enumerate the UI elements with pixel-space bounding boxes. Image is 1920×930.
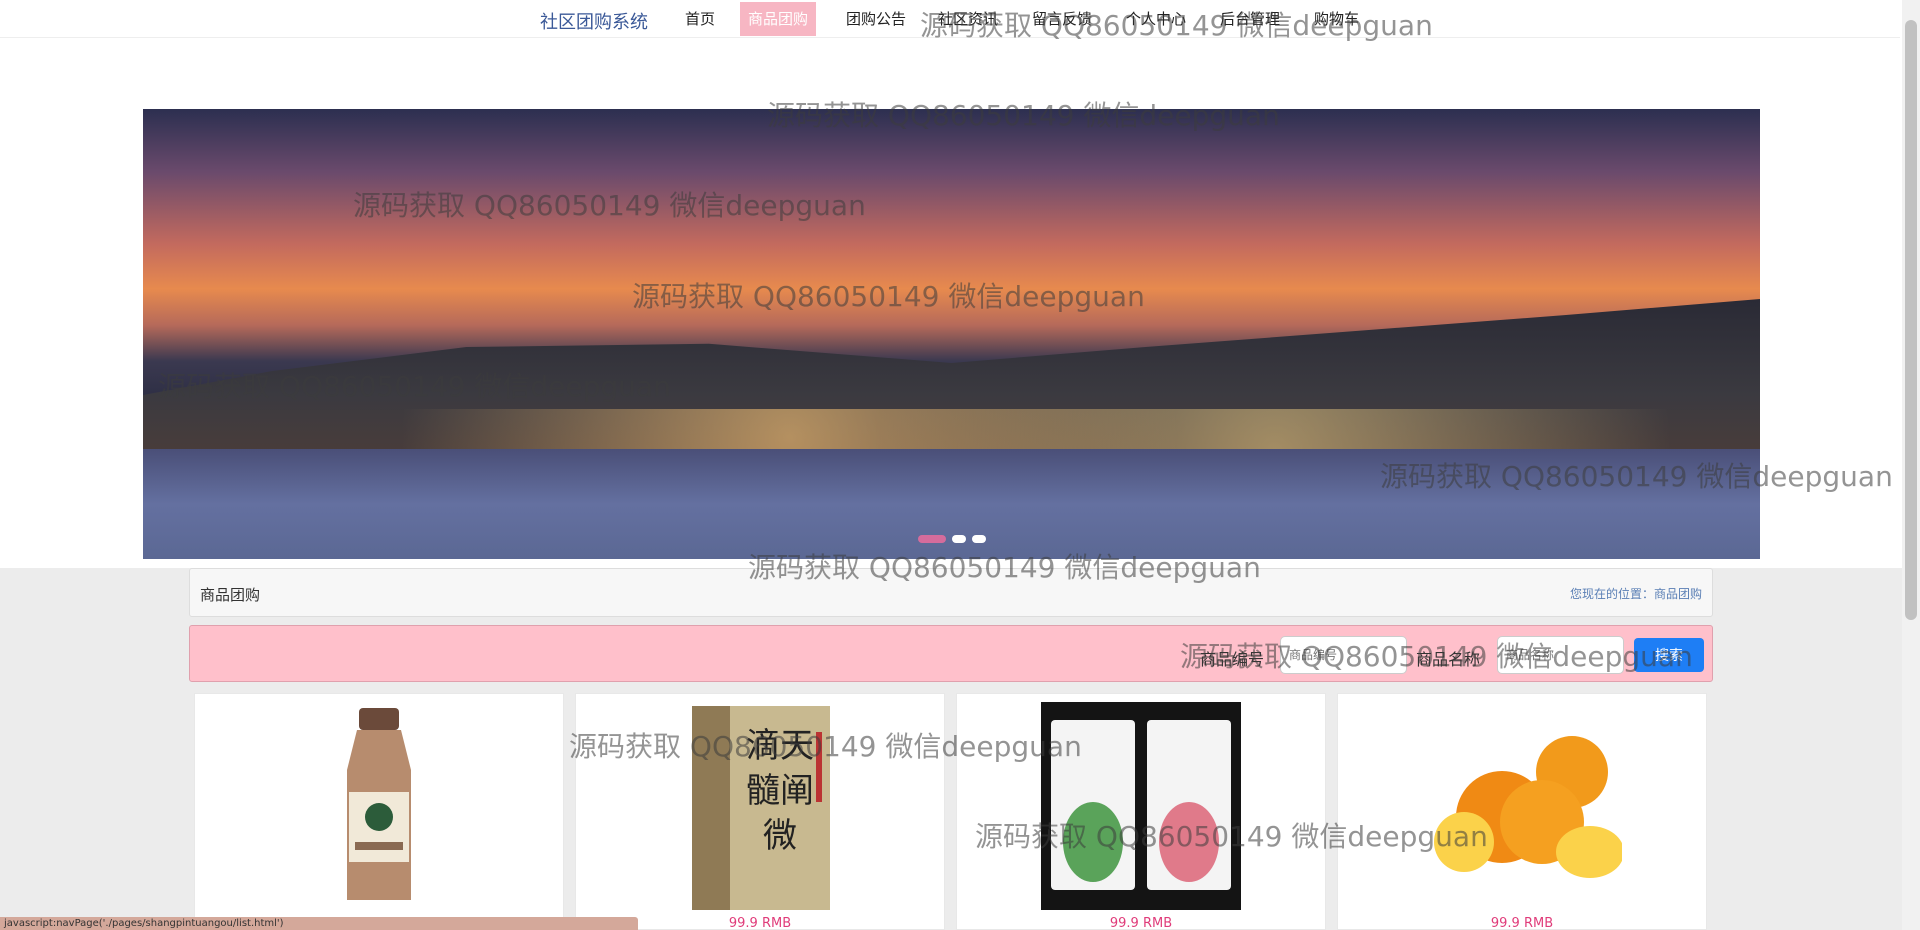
carousel-dot-2[interactable]: [951, 535, 966, 543]
svg-text:微: 微: [763, 816, 797, 856]
product-card[interactable]: [194, 693, 564, 930]
svg-text:髓阐: 髓阐: [746, 771, 814, 811]
nav-group-buy[interactable]: 商品团购: [740, 2, 817, 36]
product-code-label: 商品编号: [1200, 650, 1265, 669]
product-name-label: 商品名称: [1416, 650, 1481, 669]
status-url: javascript:navPage('./pages/shangpintuan…: [0, 917, 638, 930]
scroll-thumb[interactable]: [1905, 20, 1917, 620]
svg-text:滴天: 滴天: [746, 726, 814, 766]
product-price: 99.9 RMB: [1109, 916, 1173, 930]
product-image-book[interactable]: 滴天 髓阐 微: [660, 702, 860, 910]
breadcrumb[interactable]: 您现在的位置：商品团购: [1570, 585, 1702, 602]
carousel-dot-3[interactable]: [971, 535, 986, 543]
nav-announcement[interactable]: 团购公告: [838, 9, 914, 37]
banner-carousel[interactable]: [143, 109, 1760, 559]
search-button[interactable]: 搜索: [1634, 638, 1704, 672]
breadcrumb-bar: 商品团购 您现在的位置：商品团购: [189, 568, 1713, 617]
nav-news[interactable]: 社区资讯: [930, 9, 1006, 37]
product-card[interactable]: 99.9 RMB: [956, 693, 1326, 930]
top-navbar: 社区团购系统 首页 商品团购 团购公告 社区资讯 留言反馈 个人中心 后台管理 …: [0, 0, 1900, 38]
nav-admin[interactable]: 后台管理: [1212, 9, 1288, 37]
carousel-indicators: [917, 535, 986, 543]
product-card[interactable]: 99.9 RMB: [1337, 693, 1707, 930]
brand-title[interactable]: 社区团购系统: [540, 8, 648, 34]
product-code-input[interactable]: [1280, 636, 1407, 674]
product-price: 99.9 RMB: [1490, 916, 1554, 930]
product-image-face-mask[interactable]: [1041, 702, 1241, 910]
page-title: 商品团购: [200, 586, 261, 604]
nav-cart[interactable]: 购物车: [1306, 9, 1367, 37]
scrollbar[interactable]: [1902, 0, 1920, 930]
product-name-input[interactable]: [1497, 636, 1624, 674]
product-image-milk-tea[interactable]: [279, 702, 479, 910]
nav-user-center[interactable]: 个人中心: [1118, 9, 1194, 37]
product-card[interactable]: 滴天 髓阐 微 99.9 RMB: [575, 693, 945, 930]
product-image-oranges[interactable]: [1422, 702, 1622, 910]
search-bar: 商品编号 商品名称 搜索: [189, 625, 1713, 682]
carousel-dot-1[interactable]: [917, 535, 946, 543]
nav-home[interactable]: 首页: [677, 9, 723, 37]
nav-feedback[interactable]: 留言反馈: [1024, 9, 1100, 37]
